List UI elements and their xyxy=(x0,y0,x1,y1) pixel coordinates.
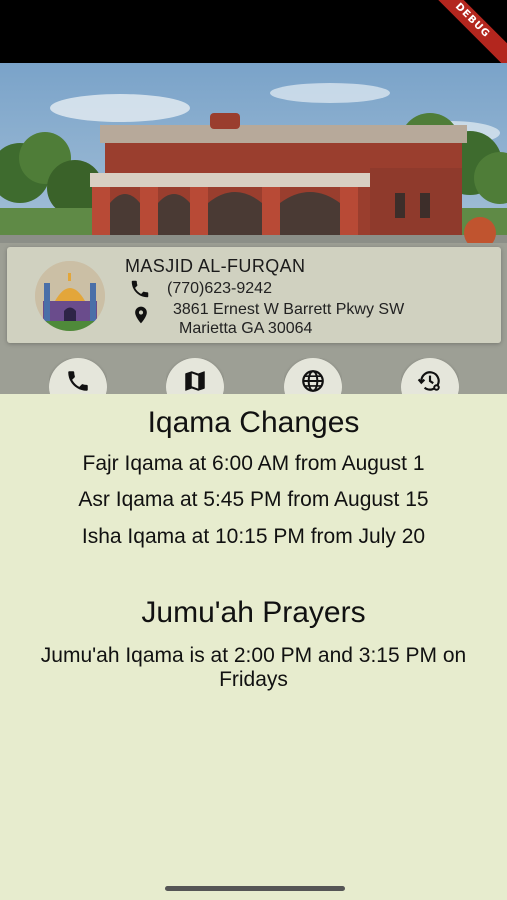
home-indicator[interactable] xyxy=(165,886,345,891)
masjid-info-card: MASJID AL-FURQAN (770)623-9242 3861 Erne… xyxy=(7,247,501,343)
call-button[interactable] xyxy=(49,358,107,394)
masjid-logo xyxy=(35,261,105,331)
masjid-name: MASJID AL-FURQAN xyxy=(125,256,306,276)
main-content: Iqama Changes Fajr Iqama at 6:00 AM from… xyxy=(0,394,507,900)
iqama-changes-title: Iqama Changes xyxy=(147,406,360,439)
history-settings-icon xyxy=(417,371,440,391)
address-line-2: Marietta GA 30064 xyxy=(179,320,313,337)
masjid-header-image xyxy=(0,63,507,394)
iqama-change-item: Fajr Iqama at 6:00 AM from August 1 xyxy=(82,452,425,475)
globe-icon xyxy=(302,370,324,392)
website-button[interactable] xyxy=(284,358,342,394)
iqama-change-item: Asr Iqama at 5:45 PM from August 15 xyxy=(78,488,429,511)
location-pin-icon xyxy=(131,304,151,331)
map-icon xyxy=(185,371,205,391)
phone-number[interactable]: (770)623-9242 xyxy=(167,280,272,298)
jumuah-title: Jumu'ah Prayers xyxy=(141,596,366,629)
iqama-change-item: Isha Iqama at 10:15 PM from July 20 xyxy=(81,525,426,548)
map-button[interactable] xyxy=(166,358,224,394)
phone-icon xyxy=(129,278,151,305)
status-bar xyxy=(0,0,507,63)
jumuah-text: Jumu'ah Iqama is at 2:00 PM and 3:15 PM … xyxy=(40,644,467,691)
timings-button[interactable] xyxy=(401,358,459,394)
phone-icon xyxy=(68,371,88,391)
address-line-1: 3861 Ernest W Barrett Pkwy SW xyxy=(173,301,405,318)
